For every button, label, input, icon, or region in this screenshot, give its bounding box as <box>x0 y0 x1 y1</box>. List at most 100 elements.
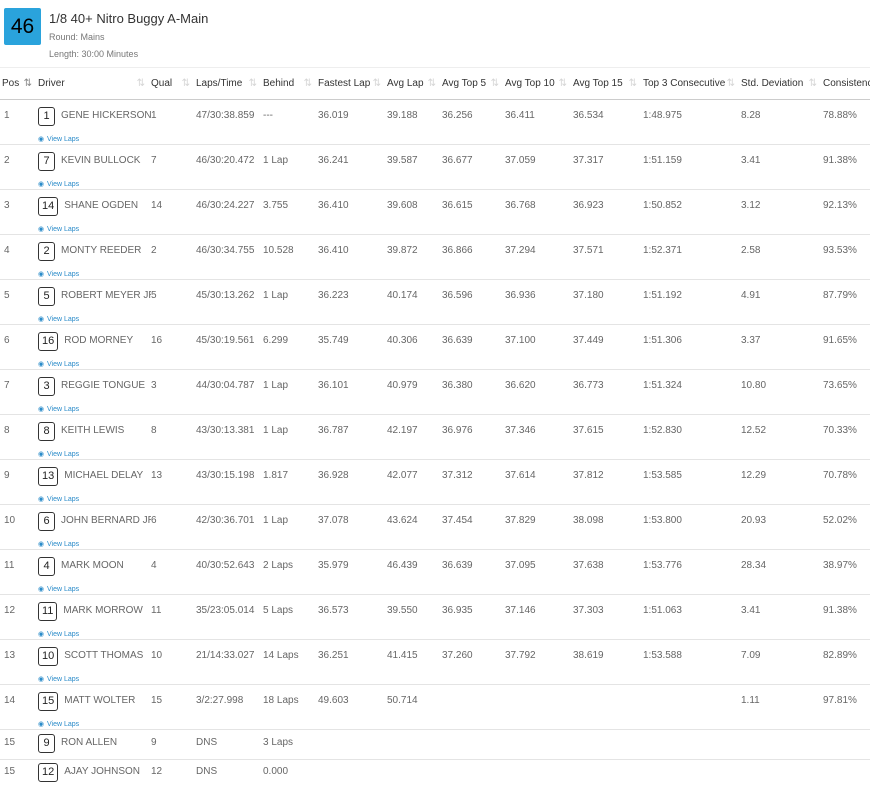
avg-top10-cell <box>505 730 573 760</box>
position-cell: 2 <box>0 145 38 190</box>
sort-icon[interactable]: ⇅ <box>491 78 499 89</box>
column-header-pos[interactable]: Pos⇅ <box>0 68 38 100</box>
driver-cell: 2MONTY REEDER◉View Laps <box>38 235 151 280</box>
view-laps-link[interactable]: ◉View Laps <box>38 360 151 368</box>
view-laps-link[interactable]: ◉View Laps <box>38 135 151 143</box>
sort-icon[interactable]: ⇅ <box>249 78 257 89</box>
table-row: 1512AJAY JOHNSON12DNS0.000 <box>0 760 870 788</box>
sort-icon[interactable]: ⇅ <box>137 78 145 89</box>
driver-name: SCOTT THOMAS <box>64 650 143 661</box>
column-header-label: Avg Lap <box>387 78 424 89</box>
behind-cell: 18 Laps <box>263 685 318 730</box>
column-header-qual[interactable]: Qual⇅ <box>151 68 196 100</box>
column-header-driver[interactable]: Driver⇅ <box>38 68 151 100</box>
view-laps-link[interactable]: ◉View Laps <box>38 405 151 413</box>
view-laps-link[interactable]: ◉View Laps <box>38 630 151 638</box>
sort-icon[interactable]: ⇅ <box>182 78 190 89</box>
driver-wrap: 9RON ALLEN <box>38 737 151 759</box>
avg-lap-cell: 40.306 <box>387 325 442 370</box>
driver-name: KEITH LEWIS <box>61 425 124 436</box>
std-dev-cell: 3.41 <box>741 595 823 640</box>
std-dev-cell <box>741 760 823 788</box>
fastest-lap-cell: 36.573 <box>318 595 387 640</box>
car-number-badge: 12 <box>38 763 58 782</box>
fastest-lap-cell: 36.410 <box>318 235 387 280</box>
laps-time-cell: 47/30:38.859 <box>196 100 263 145</box>
position-cell: 3 <box>0 190 38 235</box>
table-row: 1415MATT WOLTER◉View Laps153/2:27.99818 … <box>0 685 870 730</box>
qual-cell: 7 <box>151 145 196 190</box>
sort-icon[interactable]: ⇅ <box>727 78 735 89</box>
view-laps-link[interactable]: ◉View Laps <box>38 315 151 323</box>
column-header-std-dev[interactable]: Std. Deviation⇅ <box>741 68 823 100</box>
driver-name: MARK MORROW <box>63 605 142 616</box>
std-dev-cell: 10.80 <box>741 370 823 415</box>
driver-wrap: 14SHANE OGDEN <box>38 200 151 222</box>
driver-name: MONTY REEDER <box>61 245 141 256</box>
driver-cell: 7KEVIN BULLOCK◉View Laps <box>38 145 151 190</box>
sort-icon[interactable]: ⇅ <box>809 78 817 89</box>
avg-top10-cell: 36.620 <box>505 370 573 415</box>
column-header-behind[interactable]: Behind ⇅ <box>263 68 318 100</box>
car-number-badge: 6 <box>38 512 55 531</box>
view-laps-link[interactable]: ◉View Laps <box>38 180 151 188</box>
avg-top15-cell: 38.098 <box>573 505 643 550</box>
avg-top10-cell: 37.059 <box>505 145 573 190</box>
sort-ascending-icon[interactable]: ⇅ <box>24 78 32 89</box>
column-header-laps-time[interactable]: Laps/Time⇅ <box>196 68 263 100</box>
sort-icon[interactable]: ⇅ <box>559 78 567 89</box>
sort-icon[interactable]: ⇅ <box>629 78 637 89</box>
position-cell: 15 <box>0 730 38 760</box>
sort-icon[interactable]: ⇅ <box>373 78 381 89</box>
column-header-consistency[interactable]: Consistency⇅ <box>823 68 870 100</box>
view-laps-link[interactable]: ◉View Laps <box>38 585 151 593</box>
column-header-label: Top 3 Consecutive <box>643 78 725 89</box>
view-laps-label: View Laps <box>47 136 79 143</box>
top3-consecutive-cell: 1:51.192 <box>643 280 741 325</box>
avg-top15-cell: 37.303 <box>573 595 643 640</box>
table-row: 314SHANE OGDEN◉View Laps1446/30:24.2273.… <box>0 190 870 235</box>
qual-cell: 1 <box>151 100 196 145</box>
avg-top15-cell: 36.923 <box>573 190 643 235</box>
view-laps-link[interactable]: ◉View Laps <box>38 225 151 233</box>
sort-icon[interactable]: ⇅ <box>428 78 436 89</box>
avg-top10-cell: 37.095 <box>505 550 573 595</box>
car-number-badge: 9 <box>38 734 55 753</box>
column-header-label: Avg Top 5 <box>442 78 486 89</box>
fastest-lap-cell: 36.223 <box>318 280 387 325</box>
avg-top15-cell: 37.615 <box>573 415 643 460</box>
view-laps-link[interactable]: ◉View Laps <box>38 540 151 548</box>
avg-top10-cell: 36.411 <box>505 100 573 145</box>
view-laps-link[interactable]: ◉View Laps <box>38 675 151 683</box>
view-laps-link[interactable]: ◉View Laps <box>38 720 151 728</box>
view-laps-link[interactable]: ◉View Laps <box>38 450 151 458</box>
column-header-top3-consecutive[interactable]: Top 3 Consecutive⇅ <box>643 68 741 100</box>
column-header-avg-top5[interactable]: Avg Top 5 ⇅ <box>442 68 505 100</box>
std-dev-cell: 12.29 <box>741 460 823 505</box>
car-number-badge: 3 <box>38 377 55 396</box>
eye-icon: ◉ <box>38 720 47 728</box>
position-cell: 4 <box>0 235 38 280</box>
sort-icon[interactable]: ⇅ <box>304 78 312 89</box>
column-header-avg-lap[interactable]: Avg Lap ⇅ <box>387 68 442 100</box>
view-laps-link[interactable]: ◉View Laps <box>38 495 151 503</box>
column-header-avg-top15[interactable]: Avg Top 15⇅ <box>573 68 643 100</box>
view-laps-link[interactable]: ◉View Laps <box>38 270 151 278</box>
column-header-avg-top10[interactable]: Avg Top 10⇅ <box>505 68 573 100</box>
position-cell: 15 <box>0 760 38 788</box>
car-number-badge: 10 <box>38 647 58 666</box>
driver-wrap: 8KEITH LEWIS <box>38 425 151 447</box>
avg-top5-cell: 36.639 <box>442 325 505 370</box>
avg-top10-cell: 37.146 <box>505 595 573 640</box>
driver-cell: 8KEITH LEWIS ◉View Laps <box>38 415 151 460</box>
avg-top5-cell <box>442 730 505 760</box>
std-dev-cell: 12.52 <box>741 415 823 460</box>
column-header-fastest-lap[interactable]: Fastest Lap⇅ <box>318 68 387 100</box>
column-header-label: Behind <box>263 78 294 89</box>
avg-top5-cell: 36.596 <box>442 280 505 325</box>
driver-wrap: 15MATT WOLTER <box>38 695 151 717</box>
race-number-badge: 46 <box>4 8 41 45</box>
behind-cell: 14 Laps <box>263 640 318 685</box>
driver-wrap: 12AJAY JOHNSON <box>38 766 151 788</box>
eye-icon: ◉ <box>38 675 47 683</box>
